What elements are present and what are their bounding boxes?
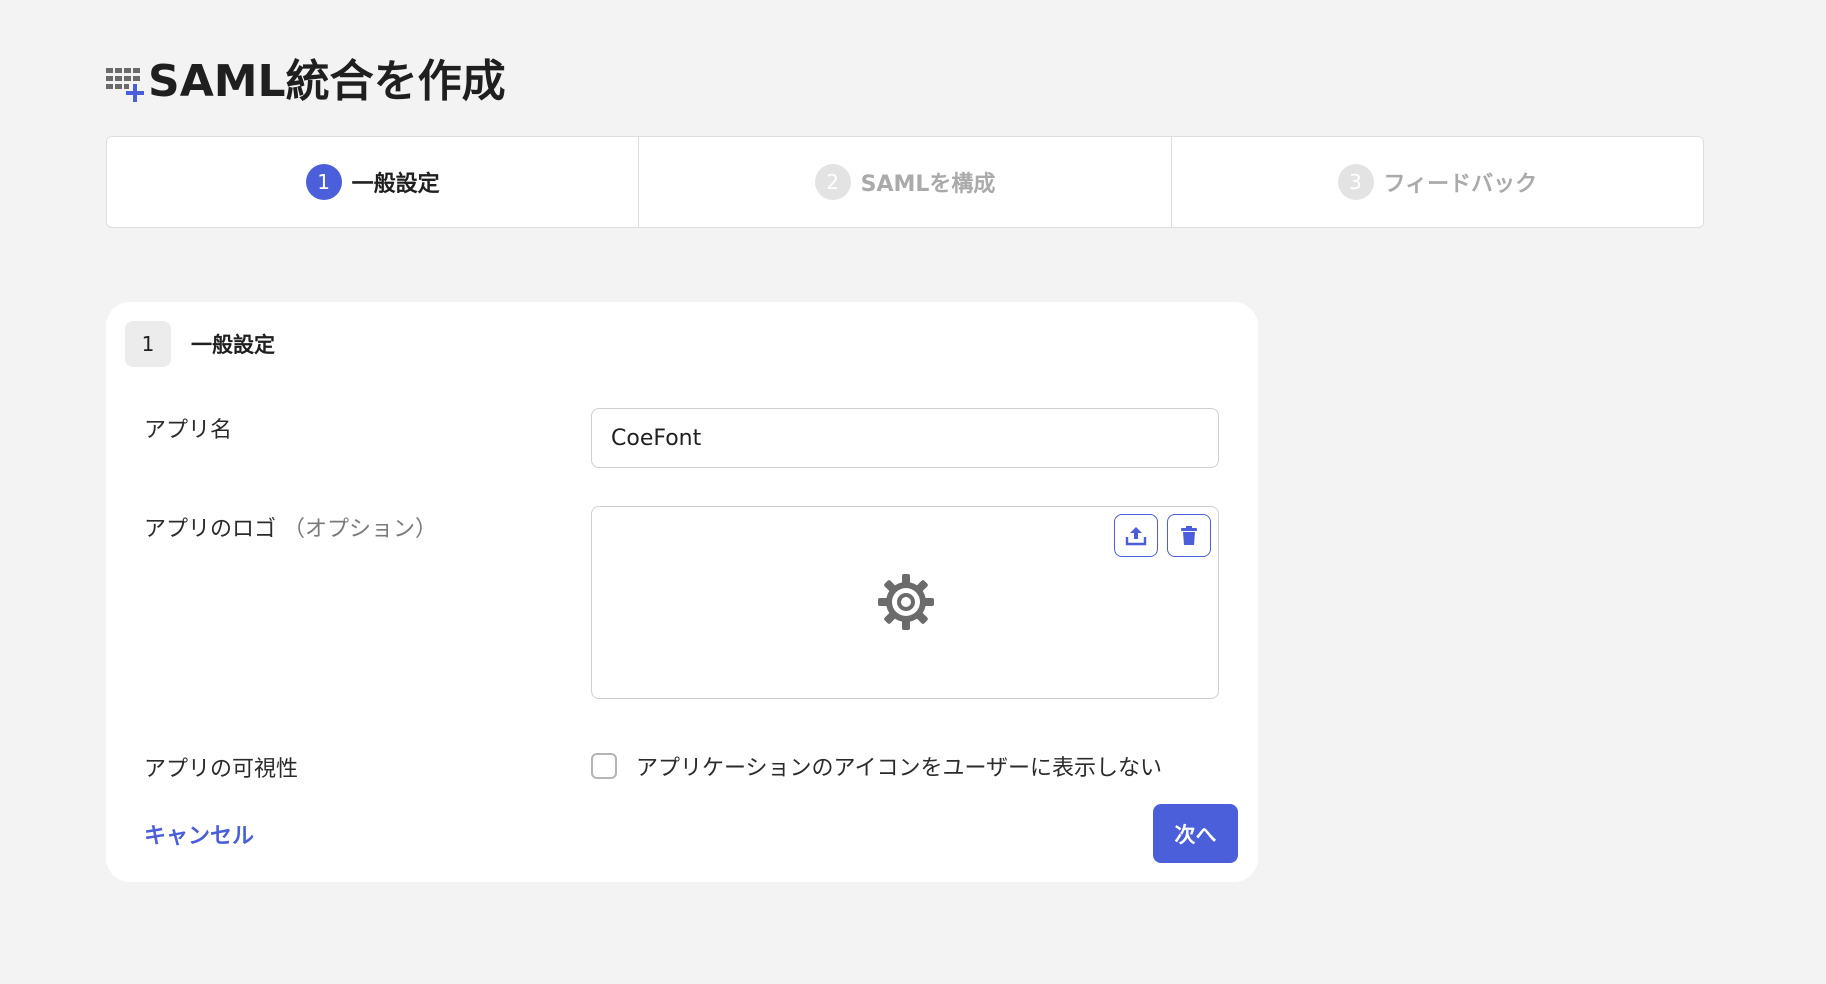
step-general-settings[interactable]: 1 一般設定: [107, 137, 640, 227]
step-label: SAMLを構成: [860, 172, 996, 197]
trash-icon: [1181, 525, 1197, 545]
step-number: 2: [814, 164, 851, 200]
stepper: 1 一般設定 2 SAMLを構成 3 フィードバック: [106, 136, 1704, 228]
optional-hint: （オプション）: [283, 517, 438, 542]
page-title: SAML統合を作成: [148, 56, 506, 107]
hide-icon-option[interactable]: アプリケーションのアイコンをユーザーに表示しない: [591, 750, 1162, 782]
app-visibility-label: アプリの可視性: [144, 757, 299, 782]
cancel-button[interactable]: キャンセル: [144, 818, 254, 850]
section-title: 一般設定: [191, 333, 275, 357]
app-name-input[interactable]: [591, 408, 1219, 468]
app-logo-dropzone[interactable]: [591, 506, 1219, 699]
step-configure-saml[interactable]: 2 SAMLを構成: [639, 137, 1172, 227]
section-number-badge: 1: [125, 321, 171, 367]
hide-icon-checkbox-label[interactable]: アプリケーションのアイコンをユーザーに表示しない: [636, 750, 1162, 782]
upload-logo-button[interactable]: [1114, 514, 1158, 557]
upload-icon: [1125, 526, 1147, 545]
general-settings-card: 1 一般設定 アプリ名 アプリのロゴ （オプション）: [106, 302, 1258, 882]
hide-icon-checkbox[interactable]: [591, 753, 617, 779]
app-logo-label: アプリのロゴ （オプション）: [144, 511, 437, 543]
section-header: 1 一般設定: [125, 321, 275, 367]
page-header: SAML統合を作成: [104, 52, 506, 112]
app-name-label: アプリ名: [144, 418, 233, 443]
step-label: フィードバック: [1383, 172, 1538, 197]
next-button[interactable]: 次へ: [1153, 804, 1238, 863]
step-label: 一般設定: [351, 172, 440, 197]
app-logo-label-text: アプリのロゴ: [144, 517, 277, 542]
step-number: 3: [1337, 164, 1374, 200]
app-grid-add-icon: [106, 68, 144, 102]
step-feedback[interactable]: 3 フィードバック: [1172, 137, 1703, 227]
gear-icon: [878, 574, 934, 630]
step-number: 1: [305, 164, 342, 200]
delete-logo-button[interactable]: [1167, 514, 1211, 557]
